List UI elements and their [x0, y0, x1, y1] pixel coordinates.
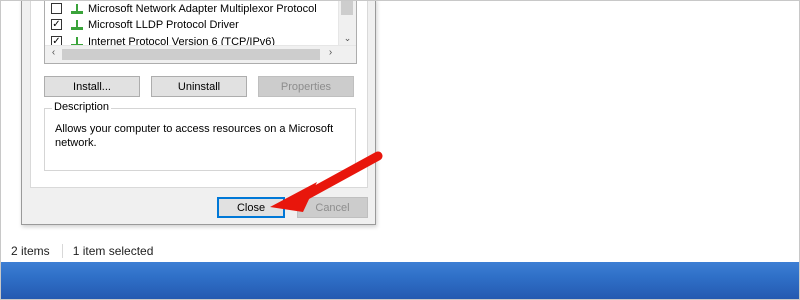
vertical-scroll-thumb[interactable] — [341, 0, 353, 15]
uninstall-button[interactable]: Uninstall — [151, 76, 247, 97]
scroll-left-icon[interactable]: ‹ — [45, 47, 62, 58]
item-count: 2 items — [11, 244, 50, 258]
list-item[interactable]: ✓ Microsoft LLDP Protocol Driver — [45, 16, 337, 33]
description-title: Description — [52, 101, 112, 113]
explorer-status-bar: 2 items 1 item selected — [0, 240, 800, 262]
taskbar — [0, 262, 800, 300]
horizontal-scroll-thumb[interactable] — [62, 49, 320, 60]
horizontal-scrollbar[interactable]: ‹ › — [45, 45, 356, 63]
description-text: Allows your computer to access resources… — [55, 123, 334, 149]
checkbox[interactable] — [51, 3, 62, 14]
status-divider — [61, 244, 63, 258]
cancel-button[interactable]: Cancel — [297, 197, 368, 218]
close-button[interactable]: Close — [217, 197, 285, 218]
list-item-label: Microsoft Network Adapter Multiplexor Pr… — [88, 2, 317, 15]
description-group: Description Allows your computer to acce… — [44, 101, 356, 171]
scrollbar-corner — [339, 46, 356, 63]
list-item[interactable]: Microsoft Network Adapter Multiplexor Pr… — [45, 0, 337, 17]
scroll-down-icon[interactable]: ⌄ — [339, 33, 356, 44]
network-properties-dialog: Microsoft Network Adapter Multiplexor Pr… — [21, 0, 376, 225]
list-item-label: Microsoft LLDP Protocol Driver — [88, 18, 239, 31]
components-list[interactable]: Microsoft Network Adapter Multiplexor Pr… — [44, 0, 357, 64]
scroll-right-icon[interactable]: › — [322, 47, 339, 58]
checkbox[interactable]: ✓ — [51, 19, 62, 30]
network-protocol-icon — [70, 3, 84, 15]
selection-status: 1 item selected — [72, 244, 154, 258]
network-protocol-icon — [70, 19, 84, 31]
networking-tab-panel: Microsoft Network Adapter Multiplexor Pr… — [30, 0, 368, 188]
vertical-scrollbar[interactable]: ⌄ — [338, 0, 356, 46]
install-button[interactable]: Install... — [44, 76, 140, 97]
properties-button[interactable]: Properties — [258, 76, 354, 97]
